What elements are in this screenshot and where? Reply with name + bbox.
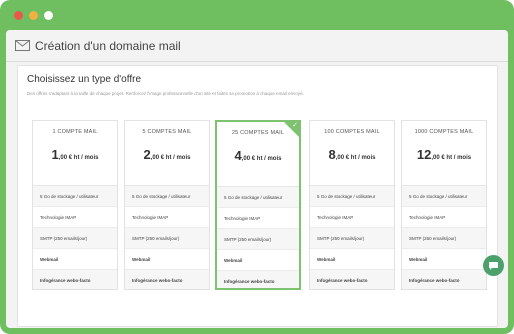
plan-card-100[interactable]: 100 COMPTES MAIL 8,00 € ht / mois 5 Go d…: [309, 120, 395, 290]
mail-icon: [15, 40, 30, 51]
feature-imap: Technologie IMAP: [125, 207, 209, 228]
close-dot[interactable]: [14, 11, 23, 20]
plan-name: 1000 COMPTES MAIL: [414, 129, 474, 135]
price-suffix: ,00 € ht / mois: [335, 155, 376, 161]
feature-smtp: SMTP (250 emails/jour): [217, 229, 299, 250]
feature-smtp: SMTP (250 emails/jour): [33, 228, 117, 249]
plan-header: 1 COMPTE MAIL 1,00 € ht / mois: [33, 121, 117, 186]
window-controls: [14, 11, 53, 20]
section-title: Choisissez un type d'offre: [27, 74, 142, 85]
feature-smtp: SMTP (250 emails/jour): [310, 228, 394, 249]
feature-storage: 5 Go de stockage / utilisateur: [402, 186, 486, 207]
price-suffix: ,00 € ht / mois: [150, 155, 191, 161]
price-integer: 1: [51, 147, 59, 162]
chat-icon: [489, 261, 498, 270]
feature-webmail: Webmail: [310, 249, 394, 270]
feature-webmail: Webmail: [33, 249, 117, 270]
plan-header: 1000 COMPTES MAIL 12,00 € ht / mois: [402, 121, 486, 186]
feature-infogerance: Infogérance webo-facto: [125, 270, 209, 289]
plan-price: 8,00 € ht / mois: [310, 146, 394, 164]
feature-infogerance: Infogérance webo-facto: [310, 270, 394, 289]
feature-infogerance: Infogérance webo-facto: [402, 270, 486, 289]
feature-storage: 5 Go de stockage / utilisateur: [310, 186, 394, 207]
plan-price: 4,00 € ht / mois: [217, 147, 299, 165]
feature-imap: Technologie IMAP: [217, 208, 299, 229]
price-suffix: ,00 € ht / mois: [431, 155, 472, 161]
app-window: Création d'un domaine mail Choisissez un…: [6, 30, 508, 328]
plan-name: 100 COMPTES MAIL: [324, 129, 380, 135]
plan-price: 12,00 € ht / mois: [402, 146, 486, 164]
feature-storage: 5 Go de stockage / utilisateur: [125, 186, 209, 207]
plan-price: 2,00 € ht / mois: [125, 146, 209, 164]
feature-smtp: SMTP (250 emails/jour): [402, 228, 486, 249]
feature-storage: 5 Go de stockage / utilisateur: [33, 186, 117, 207]
feature-webmail: Webmail: [125, 249, 209, 270]
plan-card-1000[interactable]: 1000 COMPTES MAIL 12,00 € ht / mois 5 Go…: [401, 120, 487, 290]
price-integer: 8: [328, 147, 336, 162]
price-integer: 4: [234, 148, 242, 163]
chat-button[interactable]: [483, 255, 504, 276]
price-suffix: ,00 € ht / mois: [241, 156, 282, 162]
page-title: Création d'un domaine mail: [35, 38, 181, 53]
price-suffix: ,00 € ht / mois: [58, 155, 99, 161]
plan-header: 5 COMPTES MAIL 2,00 € ht / mois: [125, 121, 209, 186]
feature-imap: Technologie IMAP: [310, 207, 394, 228]
plan-name: 1 COMPTE MAIL: [52, 129, 98, 135]
page-header: Création d'un domaine mail: [6, 30, 508, 62]
price-integer: 12: [416, 147, 432, 162]
feature-imap: Technologie IMAP: [33, 207, 117, 228]
plan-price: 1,00 € ht / mois: [33, 146, 117, 164]
window-frame: Création d'un domaine mail Choisissez un…: [0, 0, 514, 334]
feature-infogerance: Infogérance webo-facto: [217, 271, 299, 288]
feature-smtp: SMTP (250 emails/jour): [125, 228, 209, 249]
check-icon: ✓: [292, 122, 298, 129]
plan-card-1[interactable]: 1 COMPTE MAIL 1,00 € ht / mois 5 Go de s…: [32, 120, 118, 290]
plan-header: 100 COMPTES MAIL 8,00 € ht / mois: [310, 121, 394, 186]
plan-card-5[interactable]: 5 COMPTES MAIL 2,00 € ht / mois 5 Go de …: [124, 120, 210, 290]
plan-header: ✓ 25 COMPTES MAIL 4,00 € ht / mois: [217, 122, 299, 187]
feature-infogerance: Infogérance webo-facto: [33, 270, 117, 289]
section-description: Des offres s'adaptant à la taille de cha…: [27, 91, 304, 96]
feature-webmail: Webmail: [402, 249, 486, 270]
maximize-dot[interactable]: [44, 11, 53, 20]
offer-panel: Choisissez un type d'offre Des offres s'…: [17, 65, 498, 327]
plan-card-25[interactable]: ✓ 25 COMPTES MAIL 4,00 € ht / mois 5 Go …: [215, 120, 301, 290]
plan-name: 5 COMPTES MAIL: [142, 129, 192, 135]
feature-imap: Technologie IMAP: [402, 207, 486, 228]
feature-webmail: Webmail: [217, 250, 299, 271]
minimize-dot[interactable]: [29, 11, 38, 20]
feature-storage: 5 Go de stockage / utilisateur: [217, 187, 299, 208]
price-integer: 2: [143, 147, 151, 162]
